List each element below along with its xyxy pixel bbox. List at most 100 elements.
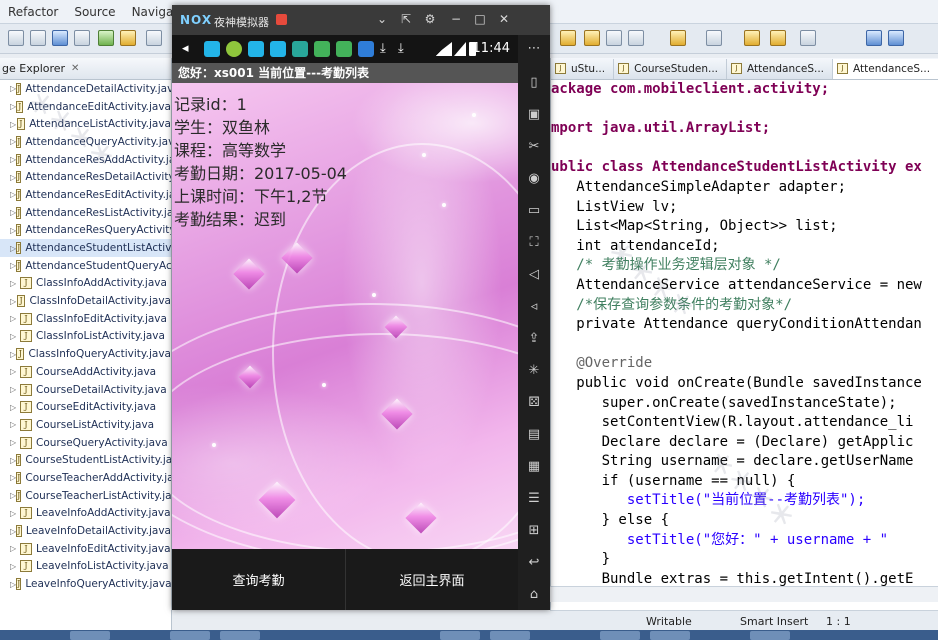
horizontal-scrollbar[interactable]	[550, 586, 938, 602]
package-tree-item[interactable]: ▷JAttendanceStudentListActivity.java	[0, 239, 171, 257]
rotate-icon[interactable]: ▯	[526, 75, 542, 91]
expand-arrow-icon[interactable]: ▷	[10, 332, 20, 341]
java-perspective-icon[interactable]	[888, 30, 904, 46]
expand-arrow-icon[interactable]: ▷	[10, 314, 20, 323]
expand-arrow-icon[interactable]: ▷	[10, 420, 20, 429]
package-tree-item[interactable]: ▷ J LeaveInfoEditActivity.java	[0, 540, 171, 558]
package-tree-item[interactable]: ▷ J CourseListActivity.java	[0, 416, 171, 434]
taskbar-item[interactable]	[750, 631, 790, 640]
fullscreen-icon[interactable]: ⛶	[526, 235, 542, 251]
package-tree-item[interactable]: ▷JAttendanceStudentQueryActivity.java	[0, 257, 171, 275]
package-tree-item[interactable]: ▷ J LeaveInfoDetailActivity.java	[0, 522, 171, 540]
package-tree-item[interactable]: ▷JAttendanceResQueryActivity.java	[0, 222, 171, 240]
package-tree-item[interactable]: ▷ J ClassInfoEditActivity.java	[0, 310, 171, 328]
last-edit-icon[interactable]	[670, 30, 686, 46]
package-tree-item[interactable]: ▷ J AttendanceDetailActivity.java	[0, 80, 171, 98]
taskbar-item[interactable]	[650, 631, 690, 640]
keyboard-icon[interactable]: ▦	[526, 459, 542, 475]
editor-tab[interactable]: J AttendanceS...	[727, 59, 834, 79]
open-type-icon[interactable]	[560, 30, 576, 46]
more-icon[interactable]: ⋯	[526, 41, 542, 57]
package-tree-item[interactable]: ▷ J CourseTeacherAddActivity.java	[0, 469, 171, 487]
back-arrow-icon[interactable]	[744, 30, 760, 46]
save-icon[interactable]	[8, 30, 24, 46]
package-tree-item[interactable]: ▷JAttendanceResDetailActivity.java	[0, 168, 171, 186]
emulator-titlebar[interactable]: NOX 夜神模拟器 ⌄ ⇱ ⚙ − □ ✕	[172, 5, 550, 35]
taskbar-item[interactable]	[220, 631, 260, 640]
package-tree-item[interactable]: ▷ J CourseStudentListActivity.java	[0, 451, 171, 469]
expand-arrow-icon[interactable]: ▷	[10, 279, 20, 288]
editor-tab[interactable]: JuStu...	[551, 59, 615, 79]
copy-icon[interactable]	[52, 30, 68, 46]
package-tree-item[interactable]: ▷ J ClassInfoListActivity.java	[0, 328, 171, 346]
taskbar-item[interactable]	[70, 631, 110, 640]
expand-arrow-icon[interactable]: ▷	[10, 297, 17, 306]
run-icon[interactable]	[120, 30, 136, 46]
package-tree-item[interactable]: ▷ J CourseTeacherListActivity.java	[0, 487, 171, 505]
package-tree-item[interactable]: ▷ J AttendanceResAddActivity.java	[0, 151, 171, 169]
package-tree-item[interactable]: ▷ J CourseEditActivity.java	[0, 398, 171, 416]
debug-icon[interactable]	[146, 30, 162, 46]
paste-icon[interactable]	[74, 30, 90, 46]
editor-tab[interactable]: J CourseStuden...	[614, 59, 727, 79]
build-icon[interactable]	[98, 30, 114, 46]
record-icon[interactable]: ⚄	[526, 395, 542, 411]
query-attendance-button[interactable]: 查询考勤	[172, 549, 345, 610]
expand-arrow-icon[interactable]: ▷	[10, 562, 20, 571]
search-icon[interactable]	[584, 30, 600, 46]
location-icon[interactable]: ◉	[526, 171, 542, 187]
print-icon[interactable]	[30, 30, 46, 46]
add-icon[interactable]: ⊞	[526, 523, 542, 539]
prev-annotation-icon[interactable]	[628, 30, 644, 46]
package-tree-item[interactable]: ▷ J CourseAddActivity.java	[0, 363, 171, 381]
package-tree-item[interactable]: ▷ J AttendanceResListActivity.java	[0, 204, 171, 222]
package-tree-item[interactable]: ▷ J AttendanceQueryActivity.java	[0, 133, 171, 151]
package-tree-item[interactable]: ▷ J ClassInfoAddActivity.java	[0, 275, 171, 293]
editor-tab[interactable]: J AttendanceS...	[833, 59, 938, 79]
package-tree-item[interactable]: ▷ J LeaveInfoAddActivity.java	[0, 505, 171, 523]
package-tree-item[interactable]: ▷ J ClassInfoDetailActivity.java	[0, 292, 171, 310]
close-icon[interactable]: ✕	[71, 63, 79, 74]
package-tree-item[interactable]: ▷ J LeaveInfoListActivity.java	[0, 558, 171, 576]
code-area[interactable]: ackage com.mobileclient.activity; mport j…	[551, 80, 938, 589]
package-tree-item[interactable]: ▷ J AttendanceResEditActivity.java	[0, 186, 171, 204]
close-icon[interactable]: ✕	[496, 12, 512, 26]
multi-instance-icon[interactable]: ▤	[526, 427, 542, 443]
expand-arrow-icon[interactable]: ▷	[10, 120, 17, 129]
home-icon[interactable]: ⌂	[526, 587, 542, 603]
package-tree-item[interactable]: ▷ J AttendanceEditActivity.java	[0, 98, 171, 116]
back-icon[interactable]: ↩	[526, 555, 542, 571]
scissors-icon[interactable]: ✂	[526, 139, 542, 155]
expand-arrow-icon[interactable]: ▷	[10, 544, 20, 553]
screen-icon[interactable]: ▭	[526, 203, 542, 219]
robot-icon[interactable]: ▣	[526, 107, 542, 123]
history-icon[interactable]	[800, 30, 816, 46]
loading-icon[interactable]: ✳	[526, 363, 542, 379]
expand-arrow-icon[interactable]: ▷	[10, 385, 20, 394]
taskbar-item[interactable]	[170, 631, 210, 640]
expand-arrow-icon[interactable]: ▷	[10, 367, 20, 376]
perspective-icon[interactable]	[866, 30, 882, 46]
expand-arrow-icon[interactable]: ▷	[10, 509, 20, 518]
install-icon[interactable]: ⇪	[526, 331, 542, 347]
volume-up-icon[interactable]: ◁	[526, 267, 542, 283]
expand-arrow-icon[interactable]: ▷	[10, 438, 20, 447]
package-explorer-tab[interactable]: ge Explorer ✕	[0, 58, 171, 80]
maximize-icon[interactable]: □	[472, 12, 488, 26]
package-tree-item[interactable]: ▷ J ClassInfoQueryActivity.java	[0, 345, 171, 363]
menu-source[interactable]: Source	[66, 5, 123, 19]
package-tree-item[interactable]: ▷ J LeaveInfoQueryActivity.java	[0, 575, 171, 593]
forward-arrow-icon[interactable]	[770, 30, 786, 46]
expand-arrow-icon[interactable]: ▷	[10, 403, 20, 412]
next-annotation-icon[interactable]	[606, 30, 622, 46]
taskbar-item[interactable]	[490, 631, 530, 640]
package-tree-item[interactable]: ▷ J CourseDetailActivity.java	[0, 381, 171, 399]
pin-icon[interactable]: ⇱	[398, 12, 414, 26]
volume-down-icon[interactable]: ◃	[526, 299, 542, 315]
menu-refactor[interactable]: Refactor	[0, 5, 66, 19]
package-tree-item[interactable]: ▷ J CourseQueryActivity.java	[0, 434, 171, 452]
minimize-icon[interactable]: −	[448, 12, 464, 26]
package-tree-item[interactable]: ▷ J AttendanceListActivity.java	[0, 115, 171, 133]
taskbar-item[interactable]	[440, 631, 480, 640]
taskbar-item[interactable]	[600, 631, 640, 640]
